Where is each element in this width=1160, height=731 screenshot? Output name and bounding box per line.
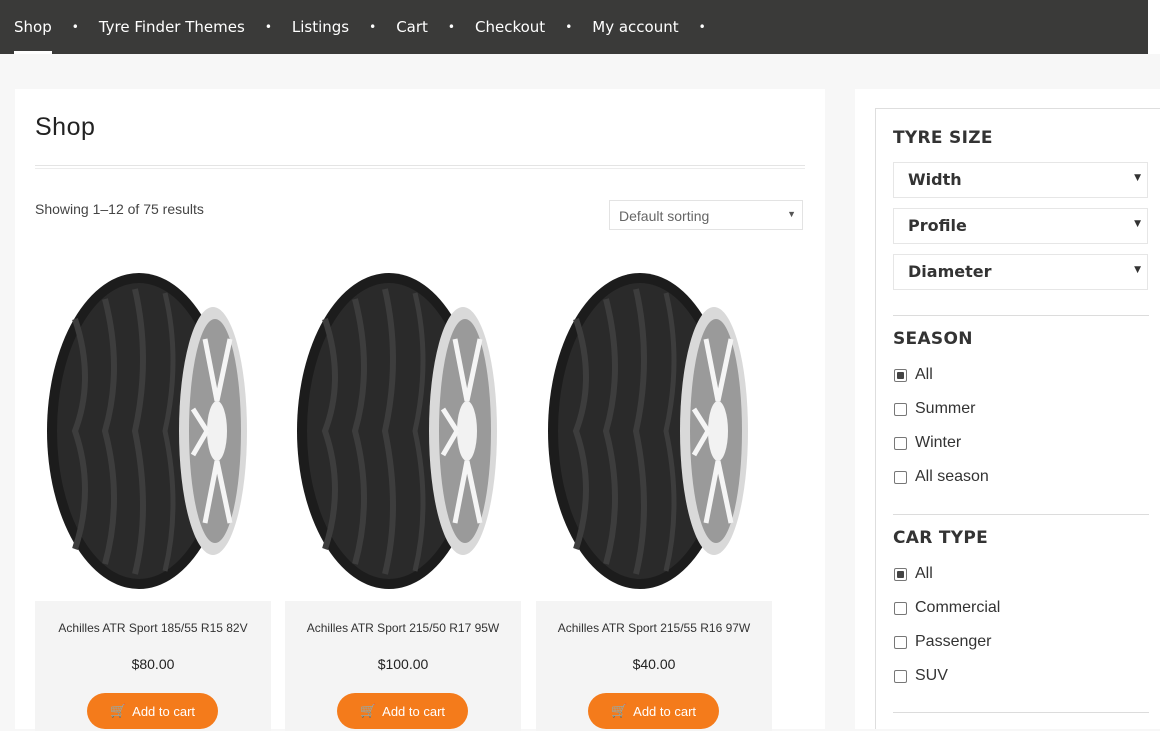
option-label: All (915, 565, 933, 582)
tyre-image (297, 273, 497, 589)
cart-icon: 🛒 (359, 703, 377, 718)
result-count: Showing 1–12 of 75 results (35, 201, 204, 217)
tyre-image (548, 273, 748, 589)
chevron-down-icon: ▼ (1134, 265, 1141, 275)
product-card: Achilles ATR Sport 185/55 R15 82V $80.00… (35, 259, 271, 731)
cart-icon: 🛒 (610, 703, 628, 718)
product-info: Achilles ATR Sport 215/55 R16 97W $40.00… (536, 601, 772, 731)
option-label: Winter (915, 434, 962, 451)
product-image[interactable] (536, 259, 772, 601)
nav-item-tyre-finder-themes[interactable]: Tyre Finder Themes (99, 0, 245, 54)
checkbox[interactable] (894, 368, 907, 382)
add-to-cart-label: Add to cart (633, 703, 697, 719)
option-label: SUV (915, 667, 948, 684)
option-label: Commercial (915, 599, 1001, 616)
add-to-cart-label: Add to cart (132, 703, 196, 719)
product-info: Achilles ATR Sport 215/50 R17 95W $100.0… (285, 601, 521, 731)
nav-separator: • (698, 20, 706, 34)
option-label: All (915, 366, 933, 383)
nav-separator: • (447, 20, 455, 34)
checkbox[interactable] (894, 601, 907, 615)
season-option-all[interactable]: All (894, 365, 933, 385)
car-type-option-suv[interactable]: SUV (894, 666, 948, 686)
nav-item-checkout[interactable]: Checkout (475, 0, 545, 54)
chevron-down-icon: ▼ (1134, 173, 1141, 183)
widget-divider (893, 712, 1149, 713)
nav-item-cart[interactable]: Cart (396, 0, 428, 54)
checkbox[interactable] (894, 436, 907, 450)
checkbox[interactable] (894, 635, 907, 649)
car-type-title: CAR TYPE (893, 528, 989, 548)
diameter-select[interactable]: Diameter ▼ (893, 254, 1148, 290)
season-option-winter[interactable]: Winter (894, 433, 961, 453)
product-card: Achilles ATR Sport 215/50 R17 95W $100.0… (285, 259, 521, 731)
tyre-image (47, 273, 247, 589)
width-select[interactable]: Width ▼ (893, 162, 1148, 198)
page-title: Shop (35, 113, 96, 141)
option-label: Summer (915, 400, 976, 417)
add-to-cart-button[interactable]: 🛒 Add to cart (87, 693, 218, 729)
product-info: Achilles ATR Sport 185/55 R15 82V $80.00… (35, 601, 271, 731)
nav-item-my-account[interactable]: My account (592, 0, 678, 54)
tyre-filter-sidebar: TYRE SIZE Width ▼ Profile ▼ Diameter ▼ S… (875, 108, 1160, 729)
sorting-selected-value: Default sorting (619, 208, 710, 224)
checkbox[interactable] (894, 669, 907, 683)
product-name[interactable]: Achilles ATR Sport 215/50 R17 95W (285, 621, 521, 635)
add-to-cart-button[interactable]: 🛒 Add to cart (588, 693, 719, 729)
product-price: $100.00 (377, 656, 429, 672)
season-option-summer[interactable]: Summer (894, 399, 975, 419)
main-nav: Shop • Tyre Finder Themes • Listings • C… (0, 0, 726, 54)
tyre-size-title: TYRE SIZE (893, 128, 993, 148)
profile-select[interactable]: Profile ▼ (893, 208, 1148, 244)
chevron-down-icon: ▼ (787, 209, 796, 219)
nav-separator: • (369, 20, 377, 34)
width-select-label: Width (908, 170, 962, 189)
nav-separator: • (565, 20, 573, 34)
nav-separator: • (264, 20, 272, 34)
add-to-cart-label: Add to cart (382, 703, 446, 719)
chevron-down-icon: ▼ (1134, 219, 1141, 229)
widget-divider (893, 514, 1149, 515)
add-to-cart-button[interactable]: 🛒 Add to cart (337, 693, 468, 729)
car-type-option-commercial[interactable]: Commercial (894, 598, 1000, 618)
title-divider (35, 165, 805, 166)
nav-item-listings[interactable]: Listings (292, 0, 349, 54)
profile-select-label: Profile (908, 216, 967, 235)
product-name[interactable]: Achilles ATR Sport 185/55 R15 82V (35, 621, 271, 635)
checkbox[interactable] (894, 402, 907, 416)
option-label: Passenger (915, 633, 992, 650)
season-option-all-season[interactable]: All season (894, 467, 989, 487)
car-type-option-all[interactable]: All (894, 564, 933, 584)
product-card: Achilles ATR Sport 215/55 R16 97W $40.00… (536, 259, 772, 731)
checkbox[interactable] (894, 567, 907, 581)
shop-content: Shop Showing 1–12 of 75 results Default … (15, 89, 825, 731)
product-image[interactable] (285, 259, 521, 601)
product-name[interactable]: Achilles ATR Sport 215/55 R16 97W (536, 621, 772, 635)
season-title: SEASON (893, 329, 973, 349)
product-price: $80.00 (131, 656, 175, 672)
title-divider (35, 168, 805, 169)
product-image[interactable] (35, 259, 271, 601)
option-label: All season (915, 468, 989, 485)
nav-item-shop[interactable]: Shop (0, 0, 52, 54)
product-price: $40.00 (632, 656, 676, 672)
car-type-option-passenger[interactable]: Passenger (894, 632, 992, 652)
widget-divider (893, 315, 1149, 316)
diameter-select-label: Diameter (908, 262, 992, 281)
checkbox[interactable] (894, 470, 907, 484)
cart-icon: 🛒 (109, 703, 127, 718)
sorting-select[interactable]: Default sorting ▼ (609, 200, 803, 230)
topbar-edge (1148, 0, 1160, 54)
nav-separator: • (71, 20, 79, 34)
